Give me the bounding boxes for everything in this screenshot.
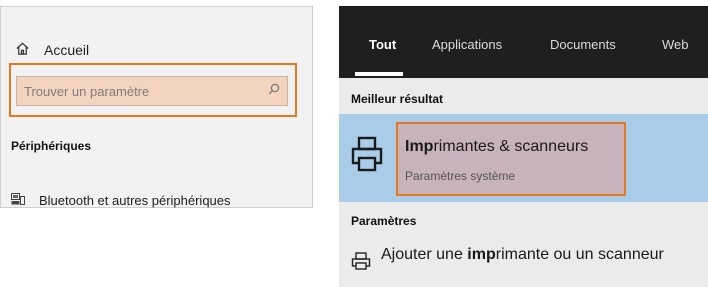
settings-search-box[interactable] <box>16 76 288 106</box>
best-match-heading: Meilleur résultat <box>351 92 444 106</box>
add-printer-result[interactable]: Ajouter une imprimante ou un scanneur <box>381 244 681 266</box>
nav-item-bluetooth[interactable]: Bluetooth et autres périphériques <box>11 193 231 208</box>
tab-web[interactable]: Web <box>662 37 689 52</box>
best-match-highlight-frame <box>396 122 626 196</box>
settings-panel: Accueil Périphériques Bluetooth et autre… <box>0 6 313 208</box>
nav-item-bluetooth-label: Bluetooth et autres périphériques <box>39 193 231 208</box>
bluetooth-device-icon <box>11 193 25 208</box>
settings-search-input[interactable] <box>24 83 268 99</box>
search-tab-bar: Tout Applications Documents Web <box>339 6 708 78</box>
best-match-subtitle: Paramètres système <box>405 169 516 183</box>
tab-applications[interactable]: Applications <box>432 37 502 52</box>
home-icon <box>15 41 30 59</box>
active-tab-indicator <box>355 72 403 76</box>
tab-all[interactable]: Tout <box>369 37 396 52</box>
best-match-result[interactable]: Imprimantes & scanneurs Paramètres systè… <box>339 114 708 202</box>
home-nav-item[interactable]: Accueil <box>15 41 89 59</box>
home-label: Accueil <box>44 42 90 58</box>
search-flyout: Tout Applications Documents Web Meilleur… <box>339 6 708 287</box>
settings-heading: Paramètres <box>351 214 417 228</box>
search-icon[interactable] <box>268 82 280 100</box>
section-title-devices: Périphériques <box>11 139 92 153</box>
best-match-title: Imprimantes & scanneurs <box>405 138 589 155</box>
tab-documents[interactable]: Documents <box>550 37 616 52</box>
